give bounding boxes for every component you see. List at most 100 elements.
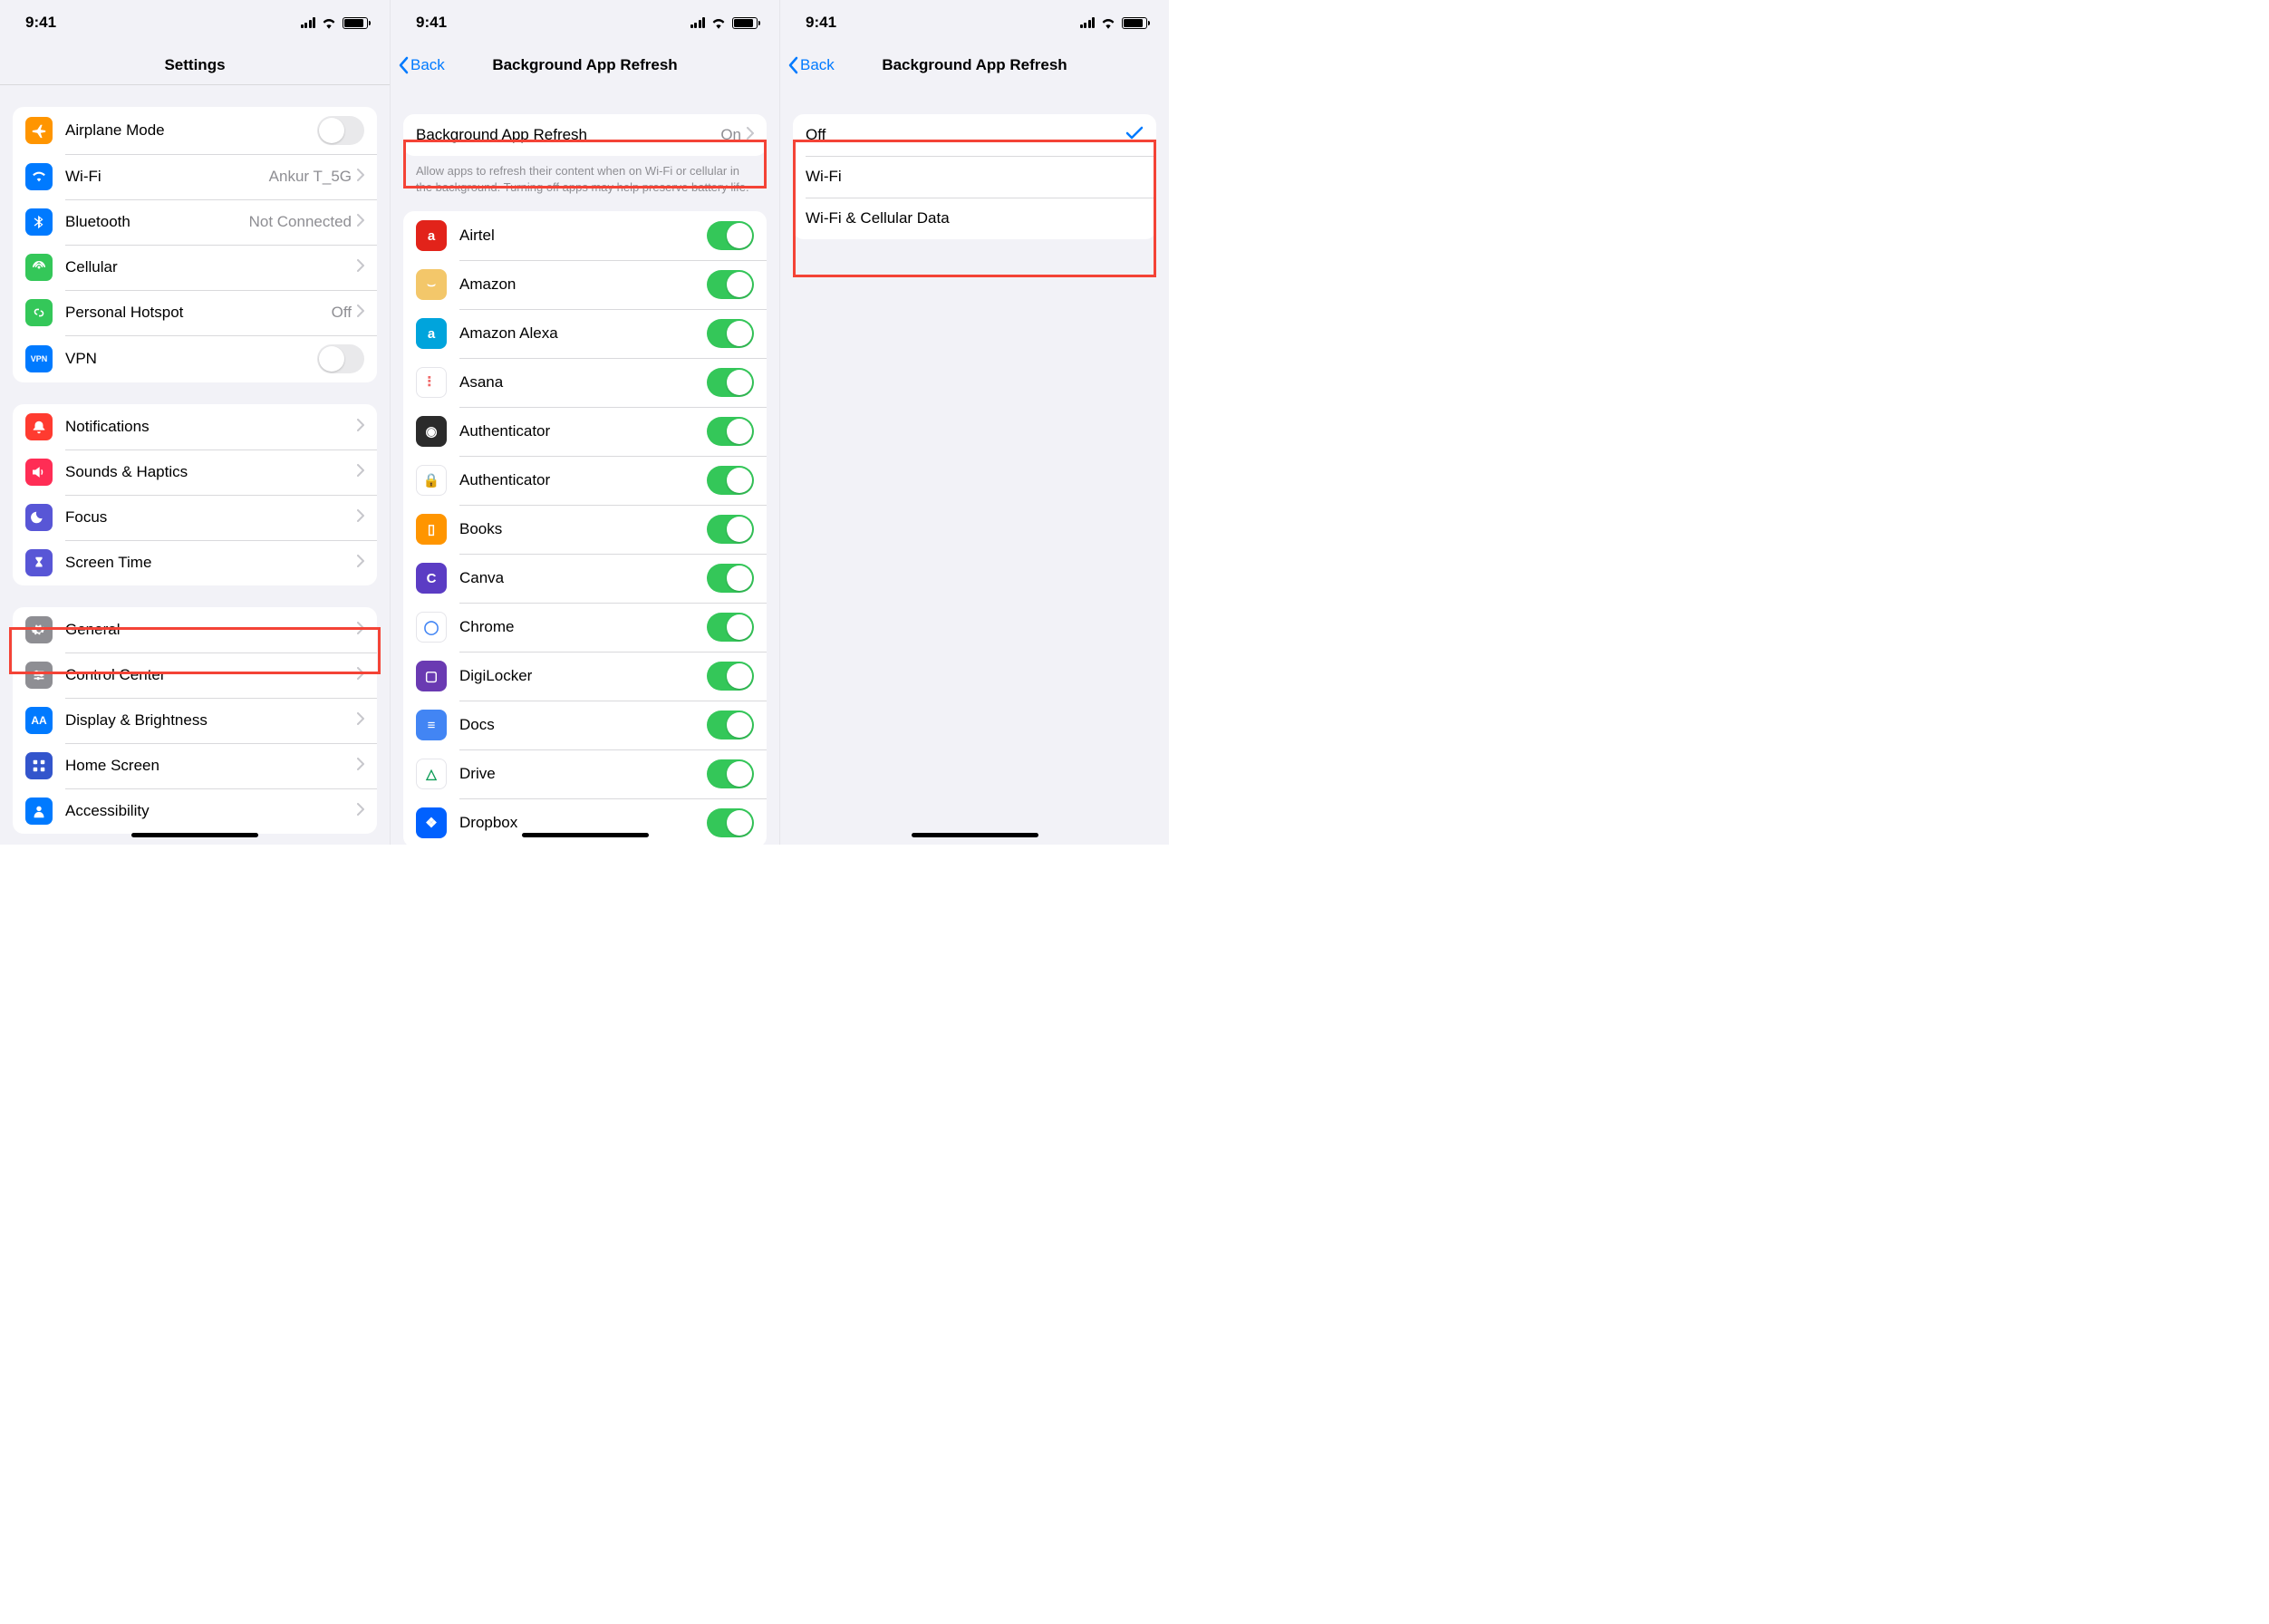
vpn-icon: VPN bbox=[25, 345, 53, 372]
back-button[interactable]: Back bbox=[398, 45, 445, 85]
back-label: Back bbox=[410, 56, 445, 74]
settings-row-airplane[interactable]: Airplane Mode bbox=[13, 107, 377, 154]
apps-group: aAirtel⌣AmazonaAmazon Alexa⠇Asana◉Authen… bbox=[403, 211, 767, 845]
app-name: Amazon bbox=[459, 276, 707, 294]
row-label: Display & Brightness bbox=[65, 711, 357, 730]
master-setting-row[interactable]: Background App Refresh On bbox=[403, 114, 767, 156]
home-indicator[interactable] bbox=[912, 833, 1038, 837]
app-toggle[interactable] bbox=[707, 466, 754, 495]
app-name: Asana bbox=[459, 373, 707, 392]
option-row[interactable]: Wi-Fi & Cellular Data bbox=[793, 198, 1156, 239]
chevron-right-icon bbox=[357, 169, 364, 186]
settings-group: Airplane ModeWi-FiAnkur T_5GBluetoothNot… bbox=[13, 107, 377, 382]
app-icon: ◉ bbox=[416, 416, 447, 447]
settings-row-cellular[interactable]: Cellular bbox=[13, 245, 377, 290]
airplane-icon bbox=[25, 117, 53, 144]
app-toggle[interactable] bbox=[707, 613, 754, 642]
settings-row-hotspot[interactable]: Personal HotspotOff bbox=[13, 290, 377, 335]
status-time: 9:41 bbox=[25, 14, 56, 32]
settings-row-accessibility[interactable]: Accessibility bbox=[13, 788, 377, 834]
status-time: 9:41 bbox=[806, 14, 836, 32]
app-toggle[interactable] bbox=[707, 759, 754, 788]
settings-row-home[interactable]: Home Screen bbox=[13, 743, 377, 788]
app-row: ▯Books bbox=[403, 505, 767, 554]
app-row: ❖Dropbox bbox=[403, 798, 767, 845]
home-icon bbox=[25, 752, 53, 779]
app-row: △Drive bbox=[403, 749, 767, 798]
chevron-left-icon bbox=[787, 56, 798, 74]
option-label: Wi-Fi bbox=[806, 168, 1144, 186]
app-name: Authenticator bbox=[459, 422, 707, 440]
row-detail: Off bbox=[332, 304, 352, 322]
battery-icon bbox=[732, 17, 758, 29]
option-row[interactable]: Off bbox=[793, 114, 1156, 156]
cellular-icon bbox=[25, 254, 53, 281]
status-indicators bbox=[690, 16, 758, 29]
home-indicator[interactable] bbox=[131, 833, 258, 837]
app-row: aAirtel bbox=[403, 211, 767, 260]
toggle[interactable] bbox=[317, 116, 364, 145]
chevron-right-icon bbox=[357, 259, 364, 276]
chevron-right-icon bbox=[357, 758, 364, 775]
settings-row-wifi[interactable]: Wi-FiAnkur T_5G bbox=[13, 154, 377, 199]
nav-bar: Back Background App Refresh bbox=[391, 45, 779, 85]
app-icon: ⌣ bbox=[416, 269, 447, 300]
app-toggle[interactable] bbox=[707, 368, 754, 397]
settings-row-control[interactable]: Control Center bbox=[13, 652, 377, 698]
wifi-icon bbox=[321, 16, 337, 29]
sounds-icon bbox=[25, 459, 53, 486]
chevron-left-icon bbox=[398, 56, 409, 74]
app-toggle[interactable] bbox=[707, 564, 754, 593]
row-label: Bluetooth bbox=[65, 213, 249, 231]
master-setting-footer: Allow apps to refresh their content when… bbox=[391, 156, 779, 195]
app-toggle[interactable] bbox=[707, 270, 754, 299]
chevron-right-icon bbox=[357, 464, 364, 481]
settings-group: General Control Center AADisplay & Brightn… bbox=[13, 607, 377, 834]
back-button[interactable]: Back bbox=[787, 45, 835, 85]
settings-row-general[interactable]: General bbox=[13, 607, 377, 652]
row-label: Focus bbox=[65, 508, 357, 527]
status-indicators bbox=[301, 16, 369, 29]
app-row: aAmazon Alexa bbox=[403, 309, 767, 358]
app-name: Chrome bbox=[459, 618, 707, 636]
general-icon bbox=[25, 616, 53, 643]
checkmark-icon bbox=[1125, 126, 1144, 145]
app-toggle[interactable] bbox=[707, 221, 754, 250]
app-toggle[interactable] bbox=[707, 662, 754, 691]
page-title: Background App Refresh bbox=[492, 56, 677, 74]
row-label: Cellular bbox=[65, 258, 357, 276]
settings-row-sounds[interactable]: Sounds & Haptics bbox=[13, 450, 377, 495]
option-label: Wi-Fi & Cellular Data bbox=[806, 209, 1144, 227]
app-toggle[interactable] bbox=[707, 515, 754, 544]
row-detail: Not Connected bbox=[249, 213, 352, 231]
app-toggle[interactable] bbox=[707, 710, 754, 740]
home-indicator[interactable] bbox=[522, 833, 649, 837]
toggle[interactable] bbox=[317, 344, 364, 373]
option-label: Off bbox=[806, 126, 1125, 144]
settings-row-focus[interactable]: Focus bbox=[13, 495, 377, 540]
option-row[interactable]: Wi-Fi bbox=[793, 156, 1156, 198]
status-bar: 9:41 bbox=[391, 0, 779, 45]
nav-bar: Back Background App Refresh bbox=[780, 45, 1169, 85]
page-title: Settings bbox=[164, 56, 225, 74]
chevron-right-icon bbox=[747, 127, 754, 144]
row-label: Control Center bbox=[65, 666, 357, 684]
status-bar: 9:41 bbox=[780, 0, 1169, 45]
app-icon: △ bbox=[416, 759, 447, 789]
app-toggle[interactable] bbox=[707, 417, 754, 446]
app-name: DigiLocker bbox=[459, 667, 707, 685]
settings-row-bluetooth[interactable]: BluetoothNot Connected bbox=[13, 199, 377, 245]
app-toggle[interactable] bbox=[707, 808, 754, 837]
row-label: Home Screen bbox=[65, 757, 357, 775]
settings-row-screentime[interactable]: Screen Time bbox=[13, 540, 377, 585]
app-toggle[interactable] bbox=[707, 319, 754, 348]
app-icon: C bbox=[416, 563, 447, 594]
chevron-right-icon bbox=[357, 712, 364, 730]
chevron-right-icon bbox=[357, 555, 364, 572]
row-label: Accessibility bbox=[65, 802, 357, 820]
settings-row-display[interactable]: AADisplay & Brightness bbox=[13, 698, 377, 743]
accessibility-icon bbox=[25, 798, 53, 825]
settings-row-notifications[interactable]: Notifications bbox=[13, 404, 377, 450]
wifi-icon bbox=[710, 16, 727, 29]
settings-row-vpn[interactable]: VPNVPN bbox=[13, 335, 377, 382]
